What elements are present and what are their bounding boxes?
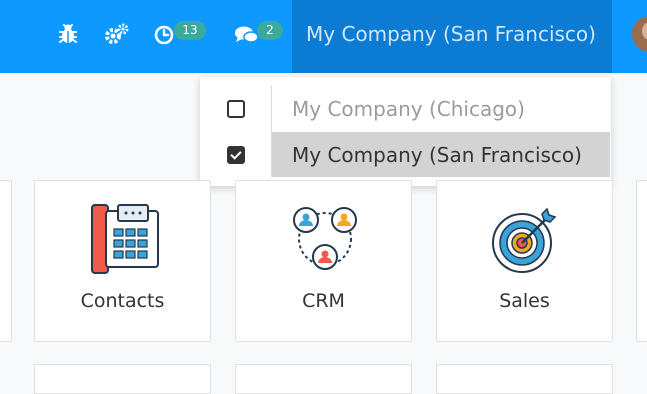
contacts-icon	[88, 203, 160, 275]
gears-icon[interactable]	[104, 22, 129, 46]
app-tile-crm[interactable]: CRM	[235, 180, 412, 342]
sales-target-icon	[490, 203, 562, 275]
app-tile-partial[interactable]	[0, 180, 12, 342]
app-tile-contacts[interactable]: Contacts	[34, 180, 211, 342]
current-company-label: My Company (San Francisco)	[306, 22, 596, 46]
company-option-chicago[interactable]: My Company (Chicago)	[200, 86, 611, 131]
app-label: Sales	[499, 290, 550, 312]
app-tile-row2[interactable]	[34, 364, 211, 394]
crm-icon	[289, 203, 361, 275]
activity-count-badge: 13	[174, 21, 206, 40]
company-dropdown-menu: My Company (Chicago) My Company (San Fra…	[200, 77, 611, 186]
top-navbar: 13 2 My Company (San Francisco)	[0, 0, 647, 73]
app-tile-partial[interactable]	[636, 180, 647, 342]
company-checkbox-san-francisco[interactable]	[227, 146, 245, 164]
app-tile-row2[interactable]	[436, 364, 613, 394]
user-avatar[interactable]	[632, 16, 647, 52]
company-checkbox-chicago[interactable]	[227, 100, 245, 118]
bug-icon[interactable]	[56, 22, 80, 46]
messages-count-badge: 2	[257, 21, 283, 40]
app-label: CRM	[302, 290, 345, 312]
clock-icon[interactable]	[153, 22, 177, 46]
company-switcher-button[interactable]: My Company (San Francisco)	[292, 0, 612, 73]
app-label: Contacts	[80, 290, 165, 312]
app-tile-sales[interactable]: Sales	[436, 180, 613, 342]
company-option-san-francisco[interactable]: My Company (San Francisco)	[200, 132, 611, 177]
chat-icon[interactable]	[234, 24, 259, 48]
app-tile-row2[interactable]	[235, 364, 412, 394]
company-option-label: My Company (Chicago)	[292, 97, 525, 121]
company-option-label: My Company (San Francisco)	[292, 143, 582, 167]
